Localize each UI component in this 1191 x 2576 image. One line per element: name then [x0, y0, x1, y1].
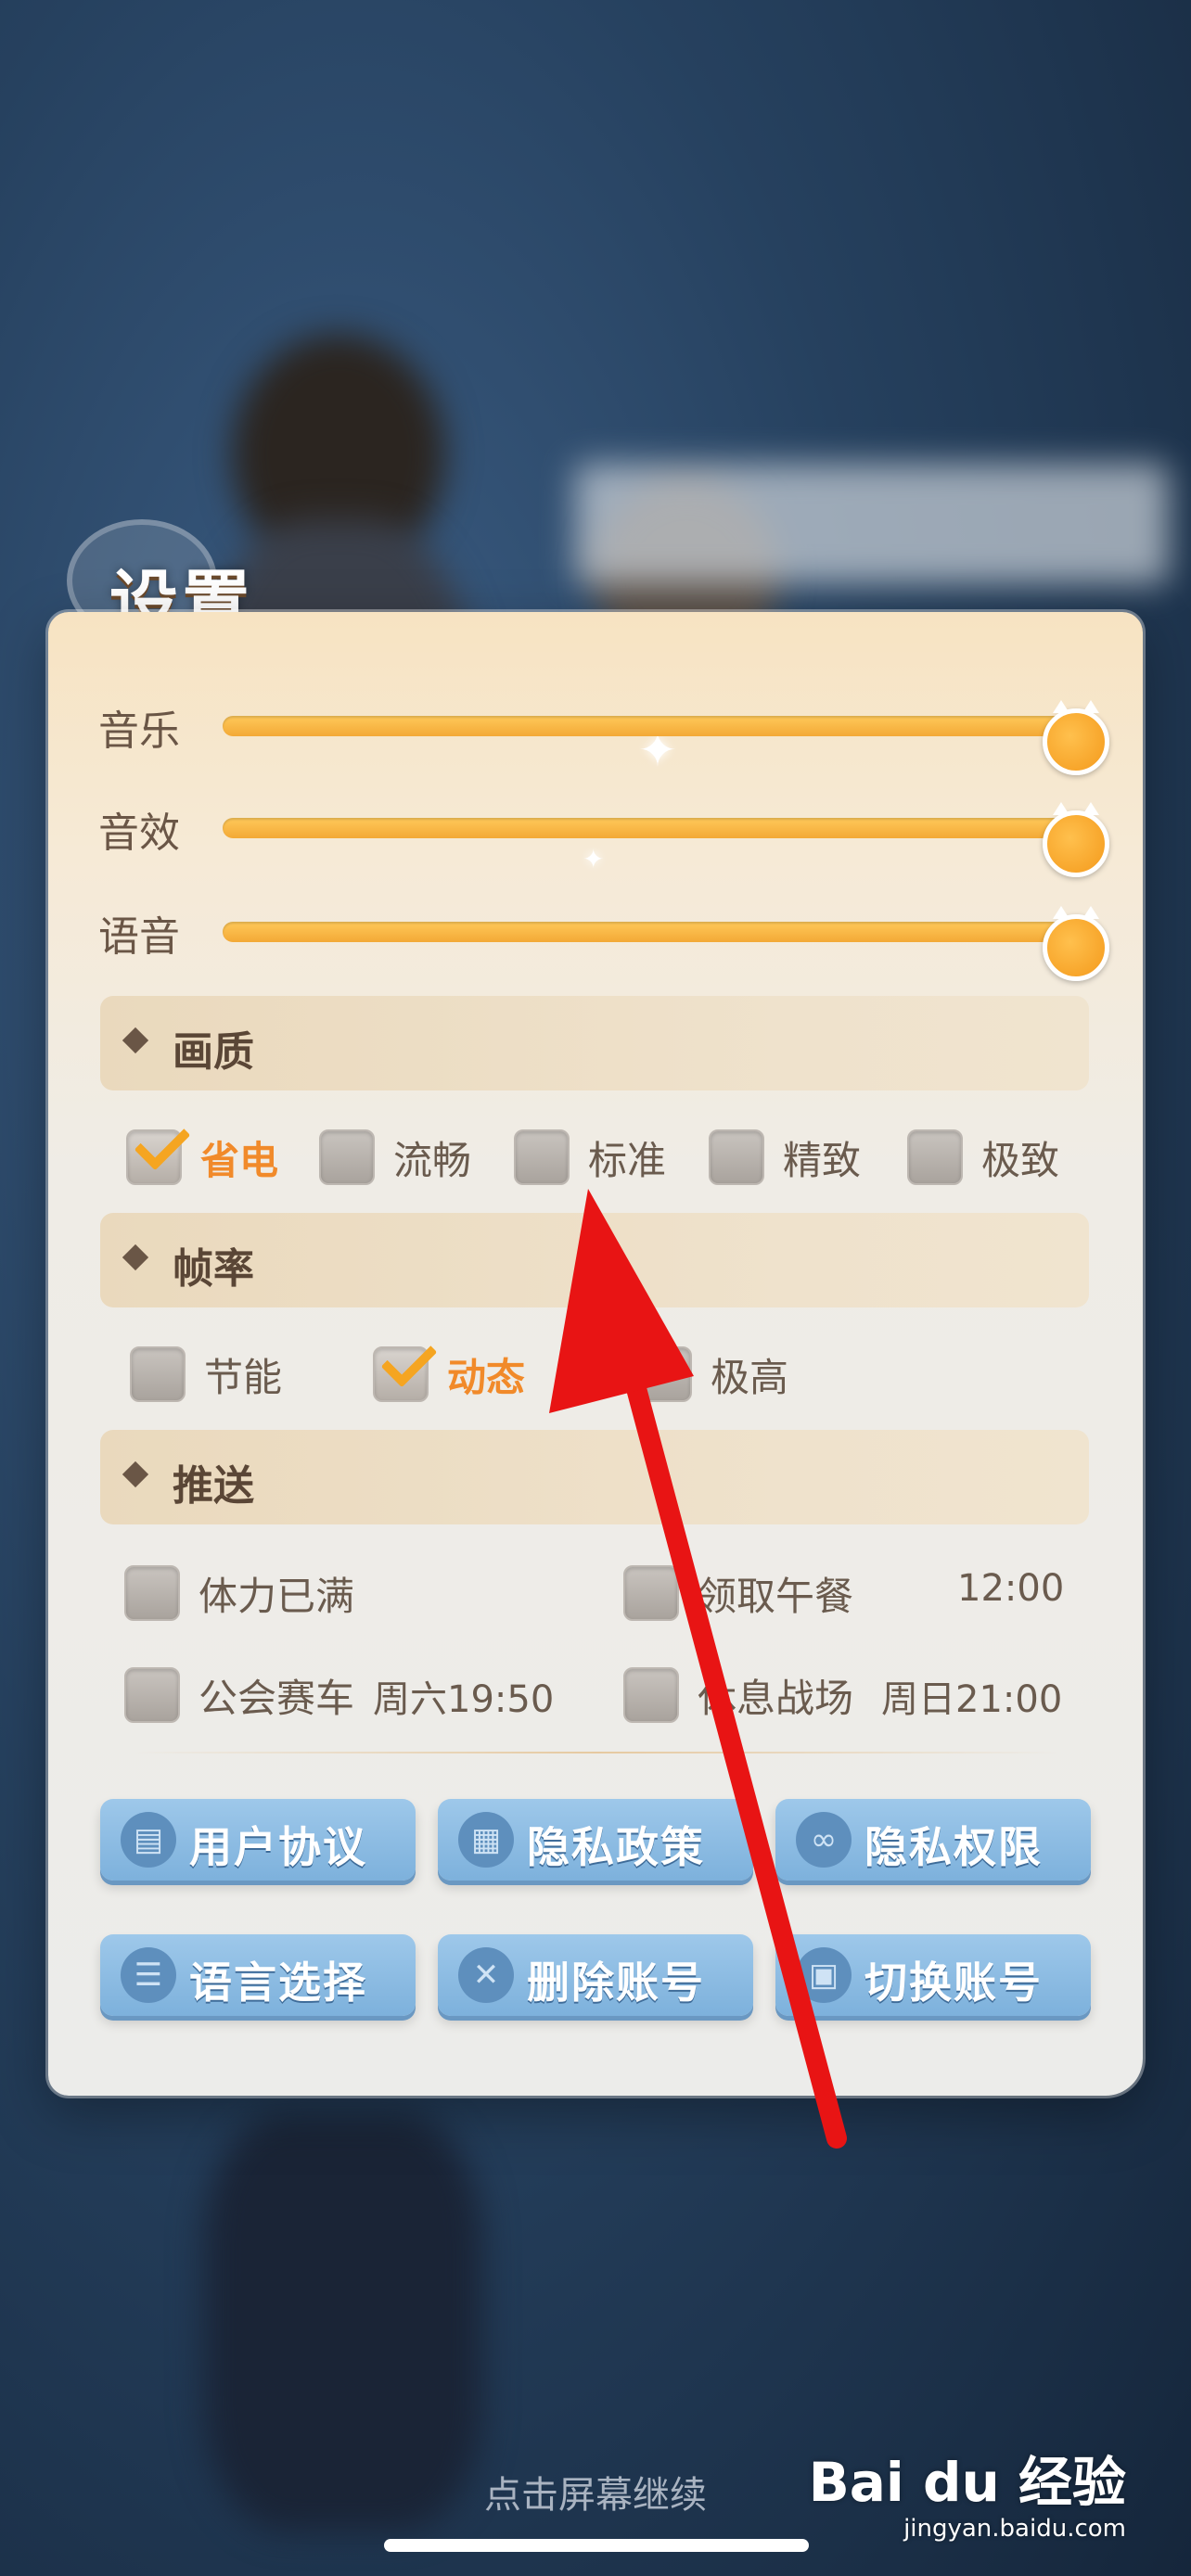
baidu-jingyan-logo: Bai du 经验	[808, 2451, 1126, 2514]
arrow-shaft	[609, 1316, 847, 2149]
home-indicator[interactable]	[384, 2539, 809, 2552]
annotation-arrow	[549, 1189, 847, 2149]
watermark-url: jingyan.baidu.com	[903, 2515, 1126, 2543]
arrow-head	[549, 1189, 694, 1413]
